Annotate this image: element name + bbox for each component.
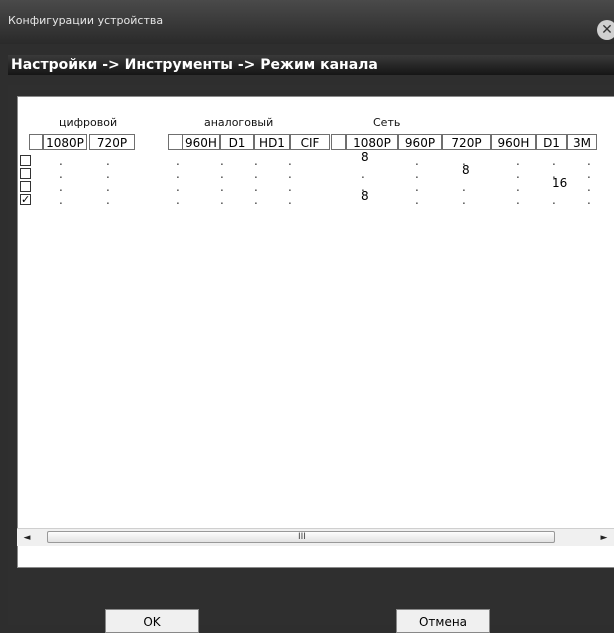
table-cell[interactable]: . (220, 154, 224, 168)
column-groups: цифровой аналоговый Сеть (18, 97, 614, 131)
table-cell[interactable]: . (288, 167, 292, 181)
table-cell[interactable]: . (516, 180, 520, 194)
scroll-thumb[interactable]: III (47, 531, 555, 543)
table-cell[interactable]: 8 (462, 163, 470, 177)
table-cell[interactable]: . (220, 193, 224, 207)
breadcrumb-bar: Настройки -> Инструменты -> Режим канала (8, 55, 614, 75)
table-cell[interactable]: . (587, 193, 591, 207)
table-cell[interactable]: . (254, 167, 258, 181)
scroll-left-icon[interactable]: ◄ (21, 532, 33, 544)
column-group-separator (168, 134, 183, 150)
table-cell[interactable]: . (106, 180, 110, 194)
cancel-button[interactable]: Отмена (396, 609, 490, 633)
column-header-960p: 960P (398, 134, 442, 150)
table-cell[interactable]: . (288, 193, 292, 207)
table-cell[interactable]: . (587, 154, 591, 168)
ok-button[interactable]: OK (105, 609, 199, 633)
table-cell[interactable]: . (552, 154, 556, 168)
scroll-grip: III (298, 532, 306, 542)
table-cell[interactable]: . (176, 193, 180, 207)
table-cell[interactable]: . (59, 154, 63, 168)
group-digital: цифровой (59, 116, 118, 129)
table-cell[interactable]: . (415, 193, 419, 207)
device-config-window: Конфигурации устройства ✕ Настройки -> И… (0, 0, 614, 633)
table-cell[interactable]: . (176, 167, 180, 181)
column-header-hd1: HD1 (254, 134, 290, 150)
row-checkbox[interactable] (20, 168, 31, 179)
table-cell[interactable]: . (59, 193, 63, 207)
table-cell[interactable]: . (415, 154, 419, 168)
column-header-960h: 960H (491, 134, 536, 150)
table-cell[interactable]: . (220, 180, 224, 194)
table-cell[interactable]: . (587, 180, 591, 194)
column-header-d1: D1 (220, 134, 254, 150)
table-cell[interactable]: . (415, 180, 419, 194)
table-cell[interactable]: . (59, 167, 63, 181)
table-cell[interactable]: . (587, 167, 591, 181)
table-cell[interactable]: . (288, 180, 292, 194)
table-header-row: 1080P 720P 960H D1 HD1 CIF 1080P 960P 720P 960H D1… (18, 134, 614, 152)
table-cell[interactable]: . (254, 180, 258, 194)
table-cell[interactable]: 8 (361, 150, 369, 164)
row-checkbox-checked[interactable]: ✓ (20, 194, 31, 205)
channel-mode-table: цифровой аналоговый Сеть 1080P 720P 960H D1… (17, 96, 614, 568)
table-cell[interactable]: 8 (361, 189, 369, 203)
column-header-select (29, 134, 43, 150)
table-cell[interactable]: . (462, 193, 466, 207)
table-cell[interactable]: . (415, 167, 419, 181)
window-title: Конфигурации устройства (8, 14, 164, 27)
table-cell[interactable]: . (552, 193, 556, 207)
column-header-720p: 720P (442, 134, 491, 150)
content-area: цифровой аналоговый Сеть 1080P 720P 960H D1… (8, 85, 614, 633)
close-icon[interactable]: ✕ (597, 20, 614, 40)
table-cell[interactable]: . (176, 180, 180, 194)
horizontal-scrollbar[interactable]: ◄ III ► (17, 528, 614, 546)
table-cell[interactable]: . (254, 154, 258, 168)
table-cell[interactable]: . (106, 167, 110, 181)
table-cell[interactable]: . (516, 167, 520, 181)
table-cell[interactable]: . (516, 193, 520, 207)
row-checkbox[interactable] (20, 181, 31, 192)
column-header-960h: 960H (182, 134, 220, 150)
table-cell[interactable]: . (106, 154, 110, 168)
column-header-1080p: 1080P (43, 134, 87, 150)
group-network: Сеть (373, 116, 401, 129)
table-cell[interactable]: . (462, 180, 466, 194)
row-checkbox[interactable] (20, 155, 31, 166)
group-analog: аналоговый (204, 116, 274, 129)
column-header-720p: 720P (89, 134, 135, 150)
scroll-right-icon[interactable]: ► (598, 532, 610, 544)
table-cell[interactable]: . (59, 180, 63, 194)
table-cell[interactable]: . (516, 154, 520, 168)
column-header-d1: D1 (536, 134, 567, 150)
column-header-cif: CIF (290, 134, 330, 150)
column-header-1080p: 1080P (346, 134, 398, 150)
table-cell[interactable]: 16 (552, 176, 567, 190)
table-cell[interactable]: . (220, 167, 224, 181)
table-cell[interactable]: . (176, 154, 180, 168)
table-row: ✓...... 8..... (18, 189, 614, 208)
titlebar: Конфигурации устройства ✕ (0, 0, 614, 44)
column-header-3m: 3M (567, 134, 597, 150)
table-cell[interactable]: . (254, 193, 258, 207)
breadcrumb: Настройки -> Инструменты -> Режим канала (11, 57, 378, 73)
table-cell[interactable]: . (106, 193, 110, 207)
table-cell[interactable]: . (361, 167, 365, 181)
column-group-separator (331, 134, 346, 150)
table-cell[interactable]: . (288, 154, 292, 168)
